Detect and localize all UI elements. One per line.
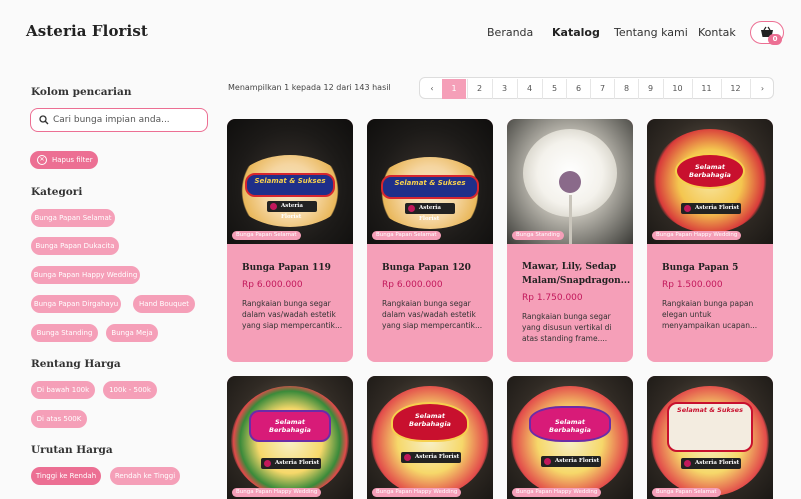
search-title: Kolom pencarian [31,86,132,98]
product-image[interactable]: Selamat & Sukses Asteria Florist [647,376,773,499]
product-price: Rp 6.000.000 [382,280,443,290]
category-tag: Bunga Papan Happy Wedding [232,488,322,497]
category-pill-papan-dirgahayu[interactable]: Bunga Papan Dirgahayu [31,295,121,313]
product-title[interactable]: Bunga Papan 5 [662,261,766,275]
pagination-page-10[interactable]: 10 [663,79,691,99]
pagination-page-8[interactable]: 8 [614,79,638,99]
pagination-page-3[interactable]: 3 [492,79,516,99]
pagination-prev-button[interactable]: ‹ [420,79,444,99]
sort-title: Urutan Harga [31,444,113,456]
banner-text: Selamat Berbahagia [549,418,591,434]
nav-catalog-link[interactable]: Katalog [552,26,600,39]
category-pill-papan-selamat[interactable]: Bunga Papan Selamat [31,209,115,227]
pagination-page-12[interactable]: 12 [721,79,749,99]
banner-text: Selamat Berbahagia [269,418,311,434]
category-pill-hand-bouquet[interactable]: Hand Bouquet [133,295,195,313]
product-card[interactable]: Selamat Berbahagia Asteria Florist Bunga… [367,376,493,499]
nav-contact-link[interactable]: Kontak [698,26,736,39]
product-image[interactable] [507,119,633,244]
product-image[interactable]: Selamat Berbahagia Asteria Florist [367,376,493,499]
product-description: Rangkaian bunga papan elegan untuk menya… [662,299,758,330]
category-tag: Bunga Papan Happy Wedding [512,488,602,497]
product-image[interactable]: Selamat Berbahagia Asteria Florist [647,119,773,244]
category-pill-standing[interactable]: Bunga Standing [31,324,98,342]
category-tag: Bunga Papan Selamat [232,231,301,240]
product-description: Rangkaian bunga segar dalam vas/wadah es… [382,299,483,330]
product-image[interactable]: Selamat Berbahagia Asteria Florist [227,376,353,499]
shop-logo: Asteria Florist [541,456,601,467]
category-pill-papan-happy-wedding[interactable]: Bunga Papan Happy Wedding [31,266,140,284]
pagination-page-4[interactable]: 4 [517,79,541,99]
category-title: Kategori [31,186,83,198]
pagination-page-7[interactable]: 7 [590,79,614,99]
product-card[interactable]: Selamat Berbahagia Asteria Florist Bunga… [227,376,353,499]
category-tag: Bunga Papan Happy Wedding [652,231,742,240]
banner-text: Selamat & Sukses [394,179,466,187]
product-image[interactable]: Selamat & Sukses Asteria Florist [227,119,353,244]
search-input[interactable] [53,112,203,128]
category-tag: Bunga Papan Selamat [652,488,721,497]
clear-filter-button[interactable]: ✕ Hapus filter [30,151,98,169]
pagination: ‹ 1 2 3 4 5 6 7 8 9 10 11 12 › [419,77,774,99]
banner-text: Selamat Berbahagia [689,163,731,179]
price-range-title: Rentang Harga [31,358,121,370]
product-description: Rangkaian bunga segar dalam vas/wadah es… [242,299,343,330]
product-card[interactable]: Selamat Berbahagia Asteria Florist Bunga… [507,376,633,499]
shop-logo: Asteria Florist [681,458,741,469]
product-card[interactable]: Bunga Standing Mawar, Lily, Sedap Malam/… [507,119,633,362]
category-tag: Bunga Papan Happy Wedding [372,488,462,497]
product-card[interactable]: Selamat Berbahagia Asteria Florist Bunga… [647,119,773,362]
product-price: Rp 6.000.000 [242,280,303,290]
nav-about-link[interactable]: Tentang kami [614,26,688,39]
product-price: Rp 1.750.000 [522,293,583,303]
cart-count-badge: 0 [768,34,782,45]
product-title[interactable]: Mawar, Lily, Sedap Malam/Snapdragon... [522,260,630,288]
banner-text: Selamat & Sukses [254,177,326,185]
pagination-page-11[interactable]: 11 [692,79,720,99]
product-title[interactable]: Bunga Papan 119 [242,261,346,275]
category-pill-papan-dukacita[interactable]: Bunga Papan Dukacita [31,237,119,255]
search-field[interactable] [30,108,208,132]
brand-logo[interactable]: Asteria Florist [26,22,148,40]
banner-text: Selamat & Sukses [677,406,743,414]
price-pill-under-100k[interactable]: Di bawah 100k [31,381,95,399]
results-summary: Menampilkan 1 kepada 12 dari 143 hasil [228,83,391,92]
category-pill-meja[interactable]: Bunga Meja [106,324,158,342]
product-card[interactable]: Selamat & Sukses Asteria Florist Bunga P… [227,119,353,362]
banner-text: Selamat Berbahagia [409,412,451,428]
close-icon: ✕ [37,155,47,165]
nav-home-link[interactable]: Beranda [487,26,533,39]
price-pill-100k-500k[interactable]: 100k - 500k [103,381,157,399]
category-tag: Bunga Standing [512,231,564,240]
shop-logo: Asteria Florist [401,452,461,463]
product-card[interactable]: Selamat & Sukses Asteria Florist Bunga P… [647,376,773,499]
pagination-page-9[interactable]: 9 [638,79,662,99]
pagination-page-1[interactable]: 1 [442,79,466,99]
shop-logo: Asteria Florist [405,203,455,222]
navbar: Asteria Florist Beranda Katalog Tentang … [0,0,801,66]
category-tag: Bunga Papan Selamat [372,231,441,240]
shop-logo: Asteria Florist [261,458,321,469]
search-icon [39,115,49,125]
sort-high-to-low-button[interactable]: Tinggi ke Rendah [31,467,101,485]
pagination-page-6[interactable]: 6 [566,79,590,99]
pagination-page-5[interactable]: 5 [542,79,566,99]
pagination-page-2[interactable]: 2 [467,79,491,99]
product-description: Rangkaian bunga segar yang disusun verti… [522,312,612,343]
product-card[interactable]: Selamat & Sukses Asteria Florist Bunga P… [367,119,493,362]
product-price: Rp 1.500.000 [662,280,723,290]
sort-low-to-high-button[interactable]: Rendah ke Tinggi [110,467,180,485]
pagination-next-button[interactable]: › [750,79,774,99]
product-title[interactable]: Bunga Papan 120 [382,261,486,275]
product-image[interactable]: Selamat Berbahagia Asteria Florist [507,376,633,499]
shop-logo: Asteria Florist [267,201,317,220]
clear-filter-label: Hapus filter [52,156,93,164]
price-pill-over-500k[interactable]: Di atas 500K [31,410,87,428]
shop-logo: Asteria Florist [681,203,741,214]
product-image[interactable]: Selamat & Sukses Asteria Florist [367,119,493,244]
